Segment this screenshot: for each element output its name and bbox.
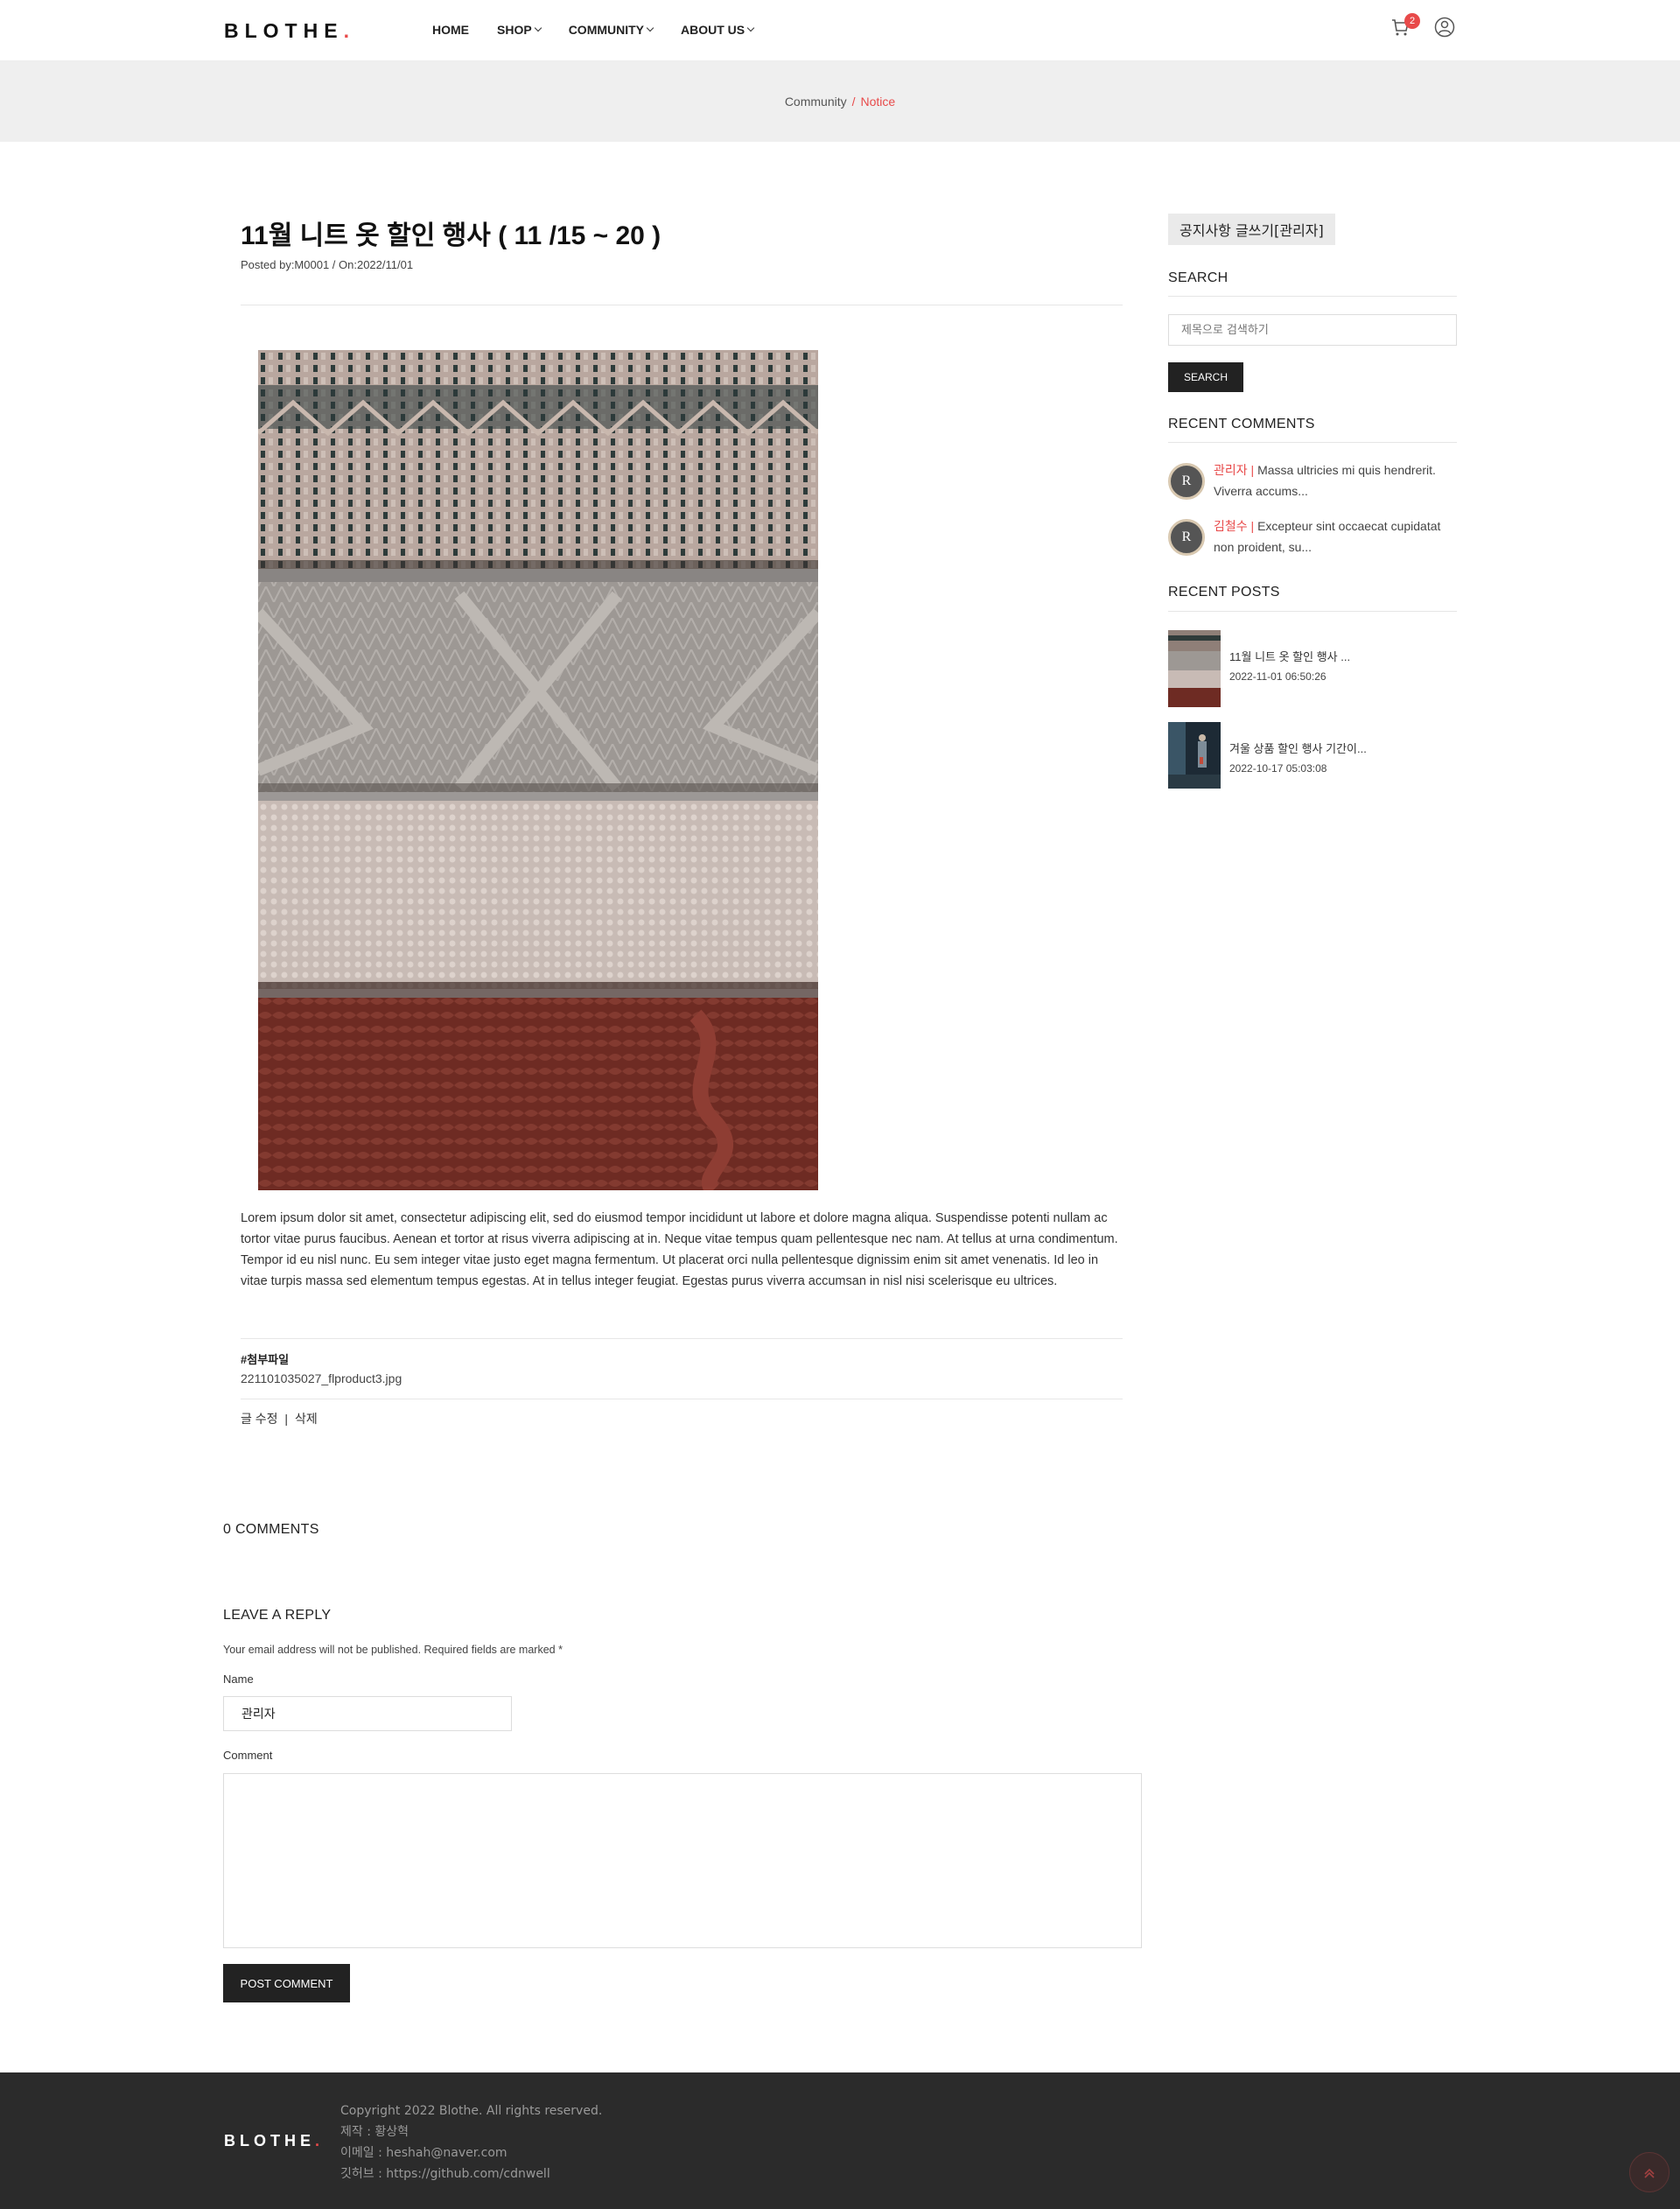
divider bbox=[1168, 442, 1457, 443]
comment-label: Comment bbox=[223, 1749, 273, 1762]
chevron-down-icon bbox=[746, 24, 755, 32]
post-title: 11월 니트 옷 할인 행사 ( 11 /15 ~ 20 ) bbox=[241, 221, 662, 250]
post-image bbox=[258, 350, 818, 1190]
attachment-file-link[interactable]: 221101035027_flproduct3.jpg bbox=[241, 1371, 402, 1385]
search-heading: SEARCH bbox=[1168, 270, 1228, 285]
copyright-text: Copyright 2022 Blothe. All rights reserv… bbox=[340, 2104, 603, 2118]
search-input[interactable] bbox=[1168, 314, 1457, 346]
write-notice-button[interactable]: 공지사항 글쓰기[관리자] bbox=[1168, 214, 1335, 245]
name-label: Name bbox=[223, 1673, 254, 1686]
divider bbox=[1168, 296, 1457, 297]
recent-comments-heading: RECENT COMMENTS bbox=[1168, 417, 1315, 431]
scroll-to-top-button[interactable] bbox=[1629, 2152, 1670, 2192]
recent-comment-item[interactable]: R 관리자 | Massa ultricies mi quis hendreri… bbox=[1168, 459, 1466, 508]
breadcrumb: Community / Notice bbox=[784, 95, 896, 109]
post-actions: 글 수정 | 삭제 bbox=[241, 1412, 318, 1426]
recent-posts-heading: RECENT POSTS bbox=[1168, 585, 1280, 600]
divider bbox=[241, 1338, 1123, 1339]
breadcrumb-notice: Notice bbox=[860, 95, 896, 109]
site-logo[interactable]: BLOTHE. bbox=[224, 19, 355, 43]
divider bbox=[1168, 611, 1457, 612]
main-nav: HOME SHOP COMMUNITY ABOUT US bbox=[432, 23, 755, 37]
recent-post-item[interactable]: 겨울 상품 할인 행사 기간이... 2022-10-17 05:03:08 bbox=[1168, 722, 1457, 801]
breadcrumb-community[interactable]: Community bbox=[785, 95, 847, 109]
recent-comment-item[interactable]: R 김철수 | Excepteur sint occaecat cupidata… bbox=[1168, 515, 1466, 565]
recent-post-title[interactable]: 겨울 상품 할인 행사 기간이... bbox=[1229, 740, 1367, 756]
post-body: Lorem ipsum dolor sit amet, consectetur … bbox=[241, 1211, 1118, 1288]
recent-post-date: 2022-11-01 06:50:26 bbox=[1229, 670, 1326, 683]
chevron-down-icon bbox=[646, 24, 654, 32]
footer-logo[interactable]: BLOTHE. bbox=[224, 2132, 324, 2150]
recent-post-title[interactable]: 11월 니트 옷 할인 행사 ... bbox=[1229, 648, 1350, 664]
comment-author[interactable]: 관리자 bbox=[1214, 463, 1248, 477]
author-text: 제작 : 황상혁 bbox=[340, 2125, 410, 2139]
site-header: BLOTHE. HOME SHOP COMMUNITY ABOUT US 2 bbox=[0, 0, 1680, 61]
recent-post-date: 2022-10-17 05:03:08 bbox=[1229, 762, 1327, 775]
nav-community[interactable]: COMMUNITY bbox=[569, 23, 654, 37]
post-header: 11월 니트 옷 할인 행사 ( 11 /15 ~ 20 ) Posted by… bbox=[241, 219, 1123, 271]
search-button[interactable]: SEARCH bbox=[1168, 362, 1243, 392]
delete-post-link[interactable]: 삭제 bbox=[295, 1412, 318, 1426]
edit-post-link[interactable]: 글 수정 bbox=[241, 1412, 278, 1426]
reply-note: Your email address will not be published… bbox=[223, 1644, 563, 1656]
comment-field[interactable] bbox=[223, 1773, 1142, 1948]
breadcrumb-band: Community / Notice bbox=[0, 61, 1680, 142]
post-meta: Posted by:M0001 / On:2022/11/01 bbox=[241, 258, 414, 271]
user-icon[interactable] bbox=[1434, 17, 1455, 38]
chevron-up-icon bbox=[1644, 2168, 1655, 2178]
chevron-down-icon bbox=[534, 24, 542, 32]
post-comment-button[interactable]: POST COMMENT bbox=[223, 1964, 350, 2002]
avatar: R bbox=[1168, 463, 1205, 500]
nav-about-us[interactable]: ABOUT US bbox=[681, 23, 755, 37]
recent-post-thumbnail[interactable] bbox=[1168, 630, 1221, 707]
nav-home[interactable]: HOME bbox=[432, 23, 469, 37]
recent-post-item[interactable]: 11월 니트 옷 할인 행사 ... 2022-11-01 06:50:26 bbox=[1168, 630, 1457, 709]
comments-count: 0 COMMENTS bbox=[223, 1522, 319, 1537]
cart-count-badge: 2 bbox=[1404, 13, 1420, 29]
nav-shop[interactable]: SHOP bbox=[497, 23, 542, 37]
footer-info: Copyright 2022 Blothe. All rights reserv… bbox=[340, 2100, 602, 2184]
name-field[interactable] bbox=[223, 1696, 512, 1731]
email-text: 이메일 : heshah@naver.com bbox=[340, 2146, 508, 2160]
github-link[interactable]: 깃허브 : https://github.com/cdnwell bbox=[340, 2163, 602, 2184]
comment-author[interactable]: 김철수 bbox=[1214, 519, 1248, 533]
recent-post-thumbnail[interactable] bbox=[1168, 722, 1221, 799]
avatar: R bbox=[1168, 519, 1205, 556]
attachment-heading: #첨부파일 bbox=[241, 1353, 290, 1366]
reply-heading: LEAVE A REPLY bbox=[223, 1608, 332, 1623]
site-footer: BLOTHE. Copyright 2022 Blothe. All right… bbox=[0, 2072, 1680, 2209]
